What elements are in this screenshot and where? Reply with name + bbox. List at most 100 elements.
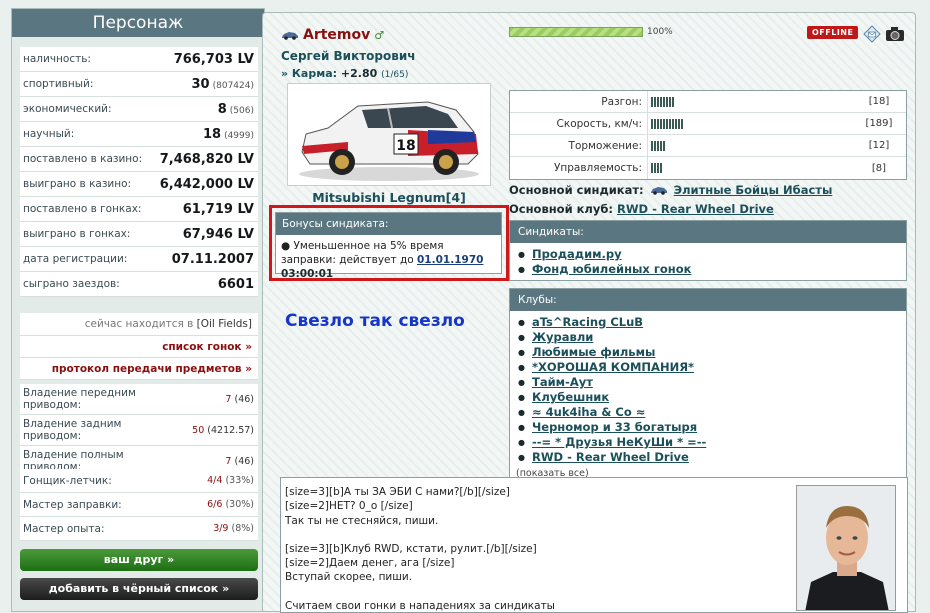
stats-list: наличность: 766,703 LV спортивный: 30 (80742… <box>20 47 258 297</box>
club-link[interactable]: Журавли <box>518 330 906 345</box>
spec-bar-segment <box>657 96 659 107</box>
avatar-photo <box>797 486 895 610</box>
club-link[interactable]: Клубешник <box>518 390 906 405</box>
stat-value-text: 67,946 LV <box>182 226 254 242</box>
spec-bar-segment <box>660 140 662 151</box>
spec-label: Скорость, км/ч: <box>556 117 642 130</box>
car-specs: Разгон: [18] Скорость, км/ч: [189] Торможени… <box>509 90 907 180</box>
club-link[interactable]: Черномор и 33 богатыря <box>518 420 906 435</box>
perk-row: Мастер опыта: 3/9 (8%) <box>20 517 258 541</box>
perk-row: Мастер заправки: 6/6 (30%) <box>20 493 258 517</box>
spec-bar-segment <box>663 140 665 151</box>
stat-value-text: 30 <box>191 76 210 92</box>
stat-label: наличность: <box>23 53 91 65</box>
stat-value: 18 (4999) <box>203 127 254 142</box>
perk-label: Мастер заправки: <box>23 498 122 511</box>
main-club-link[interactable]: RWD - Rear Wheel Drive <box>617 202 774 216</box>
karma-label: » Карма: <box>281 67 338 80</box>
karma: » Карма: +2.80 (1/65) <box>281 67 408 80</box>
bonus-date: 01.01.1970 <box>417 254 484 266</box>
camera-icon[interactable] <box>885 25 905 43</box>
spec-bar-segment <box>666 118 668 129</box>
avatar <box>796 485 896 611</box>
perk-num: 6/6 <box>207 499 223 510</box>
club-link[interactable]: aTs^Racing CLuB <box>518 315 906 330</box>
drive-skill-value: 7 (46) <box>225 456 254 467</box>
stat-value: 61,719 LV <box>183 202 254 217</box>
message-icon[interactable] <box>863 25 881 43</box>
bonus-title: Бонусы синдиката: <box>276 213 501 235</box>
race-list-link[interactable]: список гонок » <box>20 336 258 358</box>
syndicate-car-icon <box>650 187 667 195</box>
spec-value: [12] <box>868 140 890 151</box>
spec-value: [18] <box>868 96 890 107</box>
spec-bar <box>647 135 852 156</box>
car-image: 18 <box>287 83 491 186</box>
stat-value-text: 61,719 LV <box>182 201 254 217</box>
club-link[interactable]: Любимые фильмы <box>518 345 906 360</box>
club-link[interactable]: Тайм-Аут <box>518 375 906 390</box>
club-link[interactable]: RWD - Rear Wheel Drive <box>518 450 906 465</box>
perk-num: 4/4 <box>207 475 223 486</box>
club-link[interactable]: ≈ 4uk4iha & Co ≈ <box>518 405 906 420</box>
blacklist-button[interactable]: добавить в чёрный список » <box>20 578 258 600</box>
spec-bar <box>647 113 852 134</box>
drive-skill-num: 7 <box>225 455 232 467</box>
stat-row: наличность: 766,703 LV <box>20 47 258 72</box>
perk-num: 3/9 <box>213 523 229 534</box>
drive-skill-num: 7 <box>225 393 232 405</box>
spec-bar-segment <box>651 118 653 129</box>
transfer-log-link[interactable]: протокол передачи предметов » <box>20 358 258 380</box>
spec-row: Торможение: [12] <box>510 135 906 157</box>
drive-skill-sub: (46) <box>234 393 254 405</box>
location-box: сейчас находится в [Oil Fields] список г… <box>20 313 258 380</box>
spec-bar-segment <box>669 118 671 129</box>
clubs-panel: Клубы: aTs^Racing CLuBЖуравлиЛюбимые фил… <box>509 288 907 483</box>
spec-bar-segment <box>651 140 653 151</box>
syndicate-bonus-box: Бонусы синдиката: ● Уменьшенное на 5% вр… <box>275 212 502 280</box>
drive-skill-row: Владение передним приводом: 7 (46) <box>20 384 258 415</box>
stat-row: спортивный: 30 (807424) <box>20 72 258 97</box>
perk-sub: (8%) <box>231 523 254 534</box>
male-gender-icon: ♂ <box>374 28 385 42</box>
main-club-label: Основной клуб: <box>509 202 613 216</box>
about-line: [size=2]Даем денег, ага [/size] <box>285 557 455 570</box>
stat-label: выиграно в гонках: <box>23 228 131 240</box>
spec-bar-segment <box>654 96 656 107</box>
spec-row: Управляемость: [8] <box>510 157 906 179</box>
stat-value: 30 (807424) <box>192 77 254 92</box>
friend-button[interactable]: ваш друг » <box>20 549 258 571</box>
spec-bar-segment <box>660 163 662 173</box>
about-line <box>285 528 785 542</box>
club-link[interactable]: *ХОРОШАЯ КОМПАНИЯ* <box>518 360 906 375</box>
drive-skill-value: 50 (4212.57) <box>192 425 254 436</box>
syndicate-link[interactable]: Продадим.ру <box>518 247 906 262</box>
main-club: Основной клуб: RWD - Rear Wheel Drive <box>509 202 774 216</box>
bullet-icon: ● <box>281 240 291 252</box>
spec-value: [8] <box>871 162 887 174</box>
spec-bar-segment <box>657 140 659 151</box>
karma-sub: (1/65) <box>381 70 409 80</box>
club-link[interactable]: --= * Друзья НеКуШи * =-- <box>518 435 906 450</box>
spec-label: Разгон: <box>601 95 642 108</box>
username[interactable]: Artemov <box>303 27 370 43</box>
perk-value: 6/6 (30%) <box>207 499 254 510</box>
about-line: [size=2]НЕТ? 0_о [/size] <box>285 500 413 513</box>
stat-value-sub: (807424) <box>212 80 254 91</box>
stat-value-text: 766,703 LV <box>173 51 254 67</box>
stat-row: выиграно в казино: 6,442,000 LV <box>20 172 258 197</box>
stat-row: дата регистрации: 07.11.2007 <box>20 247 258 272</box>
syndicates-panel: Синдикаты: Продадим.руФонд юбилейных гон… <box>509 220 907 281</box>
syndicate-link[interactable]: Фонд юбилейных гонок <box>518 262 906 277</box>
stat-label: поставлено в гонках: <box>23 203 142 215</box>
main-syndicate-link[interactable]: Элитные Бойцы Ибасты <box>674 183 833 197</box>
stat-label: поставлено в казино: <box>23 153 143 165</box>
rally-car-illustration: 18 <box>299 101 479 181</box>
perk-label: Мастер опыта: <box>23 522 105 535</box>
progress-fill <box>510 28 642 36</box>
stat-row: выиграно в гонках: 67,946 LV <box>20 222 258 247</box>
stat-value: 7,468,820 LV <box>160 152 254 167</box>
clubs-title: Клубы: <box>510 289 906 311</box>
car-name[interactable]: Mitsubishi Legnum[4] <box>287 190 491 205</box>
drive-skill-row: Владение задним приводом: 50 (4212.57) <box>20 415 258 446</box>
